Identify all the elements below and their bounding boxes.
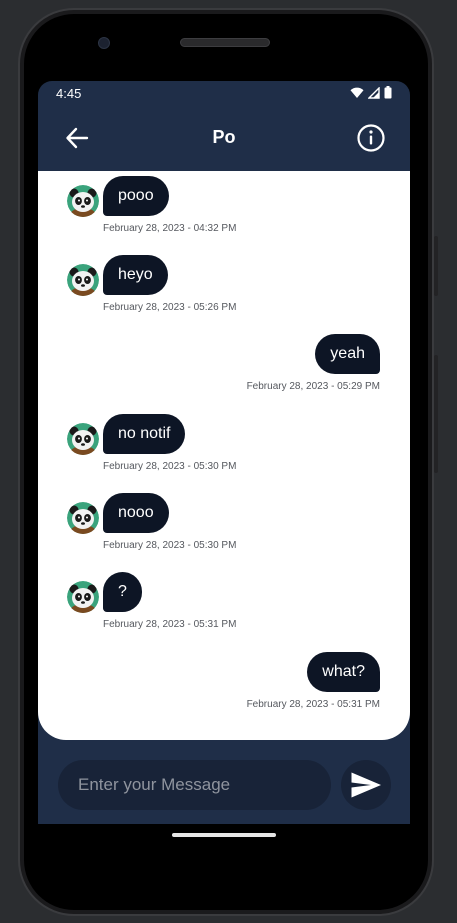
- battery-icon: [384, 86, 392, 99]
- send-icon: [351, 772, 381, 798]
- message-timestamp: February 28, 2023 - 04:32 PM: [103, 223, 237, 234]
- contact-avatar: [67, 264, 99, 296]
- message-timestamp: February 28, 2023 - 05:30 PM: [103, 461, 237, 472]
- message-bubble[interactable]: what?: [307, 652, 380, 692]
- message-bubble[interactable]: nooo: [103, 493, 169, 533]
- message-bubble[interactable]: yeah: [315, 334, 380, 374]
- contact-avatar: [67, 581, 99, 613]
- volume-button: [434, 236, 438, 296]
- message-bubble[interactable]: heyo: [103, 255, 168, 295]
- status-time: 4:45: [56, 86, 82, 101]
- info-icon: [357, 124, 385, 152]
- panda-avatar: [67, 264, 99, 296]
- send-button[interactable]: [341, 760, 391, 810]
- message-timestamp: February 28, 2023 - 05:31 PM: [246, 699, 380, 710]
- contact-avatar: [67, 502, 99, 534]
- message-timestamp: February 28, 2023 - 05:26 PM: [103, 302, 237, 313]
- composer: [38, 759, 410, 813]
- message-bubble[interactable]: ?: [103, 572, 142, 612]
- earpiece-speaker: [180, 38, 270, 47]
- wifi-icon: [350, 87, 364, 98]
- panda-avatar: [67, 423, 99, 455]
- power-button: [434, 355, 438, 473]
- message-input[interactable]: [58, 760, 331, 810]
- home-indicator[interactable]: [172, 833, 276, 837]
- status-bar: 4:45: [38, 81, 410, 105]
- chat-title: Po: [212, 127, 236, 147]
- message-timestamp: February 28, 2023 - 05:31 PM: [103, 619, 237, 630]
- front-camera: [98, 37, 110, 49]
- panda-avatar: [67, 581, 99, 613]
- panda-avatar: [67, 502, 99, 534]
- app-screen: 4:45 Po pooo February 28, 2023 - 04:32 P…: [38, 81, 410, 824]
- info-button[interactable]: [356, 123, 386, 153]
- panda-avatar: [67, 185, 99, 217]
- message-list[interactable]: pooo February 28, 2023 - 04:32 PM heyo F…: [38, 171, 410, 740]
- contact-avatar: [67, 185, 99, 217]
- message-bubble[interactable]: no notif: [103, 414, 186, 454]
- contact-avatar: [67, 423, 99, 455]
- signal-icon: [368, 86, 380, 99]
- message-timestamp: February 28, 2023 - 05:30 PM: [103, 540, 237, 551]
- message-timestamp: February 28, 2023 - 05:29 PM: [246, 381, 380, 392]
- app-bar: Po: [38, 105, 410, 171]
- message-bubble[interactable]: pooo: [103, 176, 169, 216]
